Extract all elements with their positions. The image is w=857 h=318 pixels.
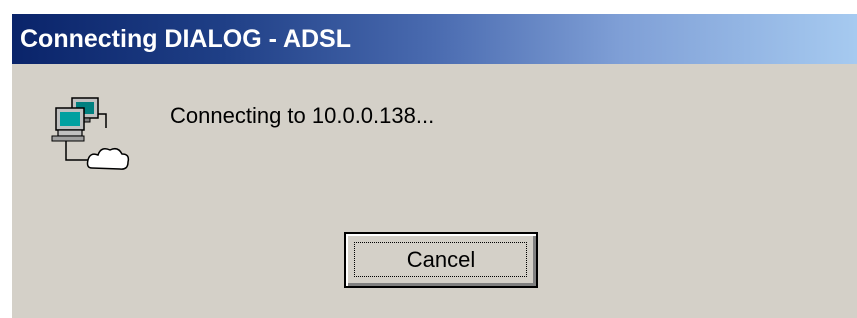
window-title: Connecting DIALOG - ADSL <box>20 25 351 53</box>
status-message: Connecting to 10.0.0.138... <box>170 103 435 128</box>
cancel-button-label: Cancel <box>406 247 476 272</box>
cancel-button[interactable]: Cancel <box>344 232 538 288</box>
title-bar[interactable]: Connecting DIALOG - ADSL <box>12 14 857 64</box>
connecting-dialog-window: Connecting DIALOG - ADSL Connecting to 1… <box>10 12 857 318</box>
dialog-content: Connecting to 10.0.0.138... Cancel <box>12 64 857 318</box>
network-connection-icon <box>51 97 130 170</box>
